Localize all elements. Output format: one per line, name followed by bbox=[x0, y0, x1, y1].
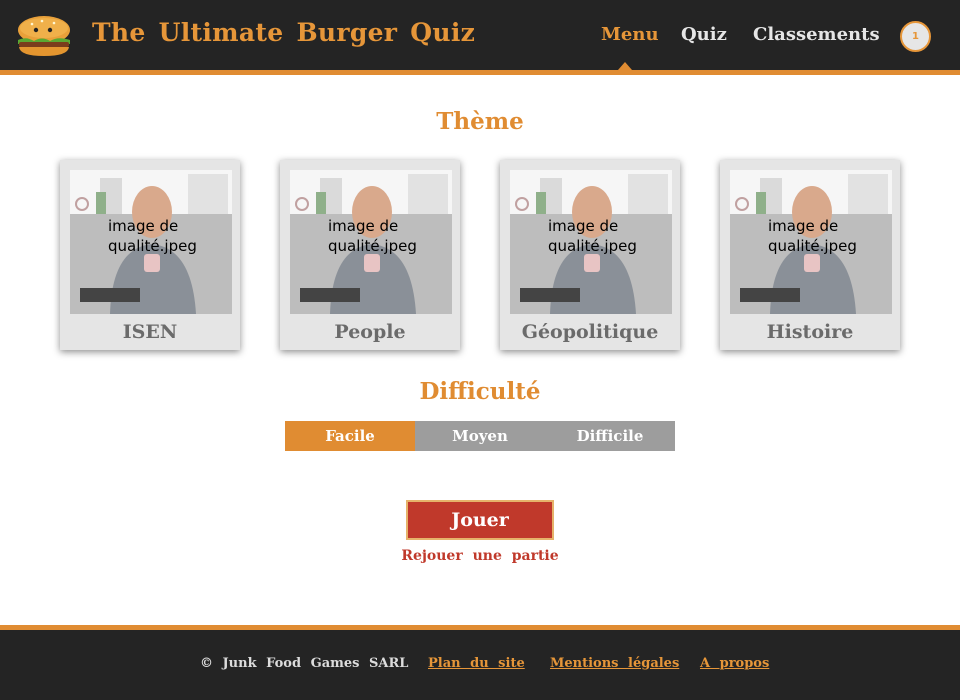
difficulty-facile-button[interactable]: Facile bbox=[285, 421, 415, 451]
theme-title: Thème bbox=[436, 108, 524, 135]
difficulty-moyen-button[interactable]: Moyen bbox=[415, 421, 545, 451]
theme-thumbnail: image de qualité.jpeg bbox=[510, 170, 672, 314]
site-title[interactable]: The Ultimate Burger Quiz bbox=[92, 18, 475, 47]
thumbnail-caption: image de qualité.jpeg bbox=[328, 217, 417, 255]
footer-link-mentions[interactable]: Mentions légales bbox=[550, 656, 679, 671]
theme-card-label: Géopolitique bbox=[521, 321, 659, 343]
theme-thumbnail: image de qualité.jpeg bbox=[70, 170, 232, 314]
theme-thumbnail: image de qualité.jpeg bbox=[290, 170, 452, 314]
theme-card-label: People bbox=[334, 321, 406, 343]
theme-thumbnail: image de qualité.jpeg bbox=[730, 170, 892, 314]
footer: © Junk Food Games SARL Plan du site Ment… bbox=[0, 630, 960, 700]
header-accent-bar bbox=[0, 70, 960, 75]
difficulty-difficile-button[interactable]: Difficile bbox=[545, 421, 675, 451]
nav-menu[interactable]: Menu bbox=[601, 24, 659, 45]
footer-link-apropos[interactable]: A propos bbox=[700, 656, 769, 671]
theme-card-label: Histoire bbox=[766, 321, 854, 343]
thumbnail-caption: image de qualité.jpeg bbox=[548, 217, 637, 255]
difficulty-title: Difficulté bbox=[419, 378, 541, 405]
burger-icon[interactable] bbox=[16, 14, 72, 58]
user-avatar[interactable]: 1 bbox=[900, 21, 931, 52]
theme-card-isen[interactable]: image de qualité.jpeg ISEN bbox=[60, 160, 240, 350]
top-header: The Ultimate Burger Quiz Menu Quiz Class… bbox=[0, 0, 960, 70]
theme-card-label: ISEN bbox=[122, 321, 178, 343]
copyright-text: © Junk Food Games SARL bbox=[200, 656, 409, 671]
play-button[interactable]: Jouer bbox=[406, 500, 554, 540]
theme-card-histoire[interactable]: image de qualité.jpeg Histoire bbox=[720, 160, 900, 350]
theme-card-geopolitique[interactable]: image de qualité.jpeg Géopolitique bbox=[500, 160, 680, 350]
thumbnail-caption: image de qualité.jpeg bbox=[768, 217, 857, 255]
thumbnail-caption: image de qualité.jpeg bbox=[108, 217, 197, 255]
active-nav-indicator bbox=[618, 62, 632, 70]
theme-card-people[interactable]: image de qualité.jpeg People bbox=[280, 160, 460, 350]
replay-link[interactable]: Rejouer une partie bbox=[0, 548, 960, 564]
nav-classements[interactable]: Classements bbox=[753, 24, 880, 45]
nav-quiz[interactable]: Quiz bbox=[681, 24, 727, 45]
footer-link-plan[interactable]: Plan du site bbox=[428, 656, 525, 671]
